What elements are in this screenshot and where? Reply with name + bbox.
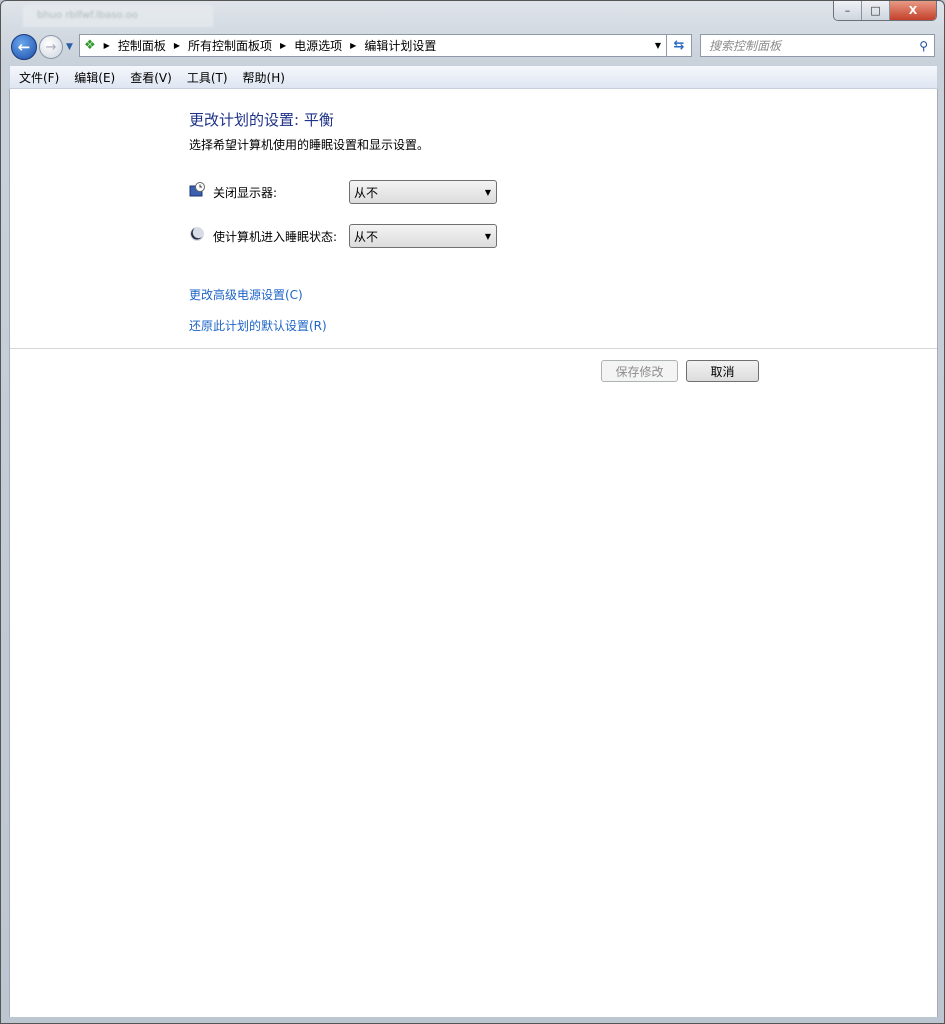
arrow-right-icon: → <box>45 39 57 55</box>
chevron-right-icon: ▶ <box>103 41 110 50</box>
chevron-right-icon: ▶ <box>350 41 357 50</box>
divider <box>10 348 937 349</box>
page-subtitle: 选择希望计算机使用的睡眠设置和显示设置。 <box>189 138 430 152</box>
background-tab: bhuo rblfwf.lbaso.oo <box>23 5 213 27</box>
menu-file[interactable]: 文件(F) <box>19 69 59 86</box>
save-button[interactable]: 保存修改 <box>601 360 678 382</box>
setting-label: 关闭显示器: <box>213 185 278 200</box>
cancel-button[interactable]: 取消 <box>686 360 759 382</box>
page-title: 更改计划的设置: 平衡 <box>189 111 334 129</box>
refresh-icon: ⇆ <box>673 38 685 53</box>
restore-defaults-link[interactable]: 还原此计划的默认设置(R) <box>189 317 327 334</box>
search-icon[interactable]: ⚲ <box>919 39 928 53</box>
arrow-left-icon: ← <box>17 38 31 56</box>
forward-button[interactable]: → <box>39 35 63 59</box>
breadcrumb-label: 所有控制面板项 <box>187 39 272 53</box>
navigation: ← → ▼ <box>11 34 73 60</box>
close-button[interactable]: X <box>890 1 936 20</box>
menu-edit[interactable]: 编辑(E) <box>74 69 115 86</box>
search-input[interactable]: 搜索控制面板 ⚲ <box>700 34 935 57</box>
search-placeholder: 搜索控制面板 <box>709 39 782 53</box>
menu-bar: 文件(F) 编辑(E) 查看(V) 工具(T) 帮助(H) <box>9 65 938 89</box>
window-frame: bhuo rblfwf.lbaso.oo – □ X ← → ▼ ❖ ▶ 控制面板… <box>0 0 945 1024</box>
moon-icon <box>190 226 204 241</box>
sleep-select[interactable]: 从不 <box>349 224 497 248</box>
breadcrumb-3[interactable]: ▶ 编辑计划设置 <box>350 37 436 54</box>
refresh-button[interactable]: ⇆ <box>667 34 692 57</box>
menu-view[interactable]: 查看(V) <box>130 69 172 86</box>
control-panel-icon: ❖ <box>84 38 96 53</box>
minimize-button[interactable]: – <box>834 1 862 20</box>
breadcrumb-label: 编辑计划设置 <box>364 39 437 53</box>
select-value: 从不 <box>354 185 379 200</box>
advanced-power-settings-link[interactable]: 更改高级电源设置(C) <box>189 286 303 303</box>
setting-sleep: 使计算机进入睡眠状态: 从不 <box>189 224 497 248</box>
maximize-button[interactable]: □ <box>862 1 890 20</box>
menu-help[interactable]: 帮助(H) <box>243 69 285 86</box>
content-pane: 更改计划的设置: 平衡 选择希望计算机使用的睡眠设置和显示设置。 关闭显示器: … <box>9 89 938 1017</box>
select-value: 从不 <box>354 229 379 244</box>
recent-pages-dropdown[interactable]: ▼ <box>66 42 73 52</box>
breadcrumb-2[interactable]: ▶ 电源选项 <box>280 37 342 54</box>
chevron-right-icon: ▶ <box>280 41 287 50</box>
back-button[interactable]: ← <box>11 34 37 60</box>
window-controls: – □ X <box>833 1 937 21</box>
breadcrumb-0[interactable]: ▶ 控制面板 <box>104 37 166 54</box>
setting-label: 使计算机进入睡眠状态: <box>213 229 338 244</box>
monitor-clock-icon <box>189 181 205 196</box>
menu-tools[interactable]: 工具(T) <box>187 69 228 86</box>
chevron-right-icon: ▶ <box>173 41 180 50</box>
address-dropdown-icon[interactable]: ▼ <box>655 41 661 50</box>
address-bar[interactable]: ❖ ▶ 控制面板 ▶ 所有控制面板项 ▶ 电源选项 ▶ 编辑计划设置 ▼ <box>79 34 667 57</box>
breadcrumb-label: 电源选项 <box>294 39 343 53</box>
breadcrumb-1[interactable]: ▶ 所有控制面板项 <box>174 37 272 54</box>
display-off-select[interactable]: 从不 <box>349 180 497 204</box>
setting-display-off: 关闭显示器: 从不 <box>189 180 497 204</box>
breadcrumb-label: 控制面板 <box>117 39 166 53</box>
